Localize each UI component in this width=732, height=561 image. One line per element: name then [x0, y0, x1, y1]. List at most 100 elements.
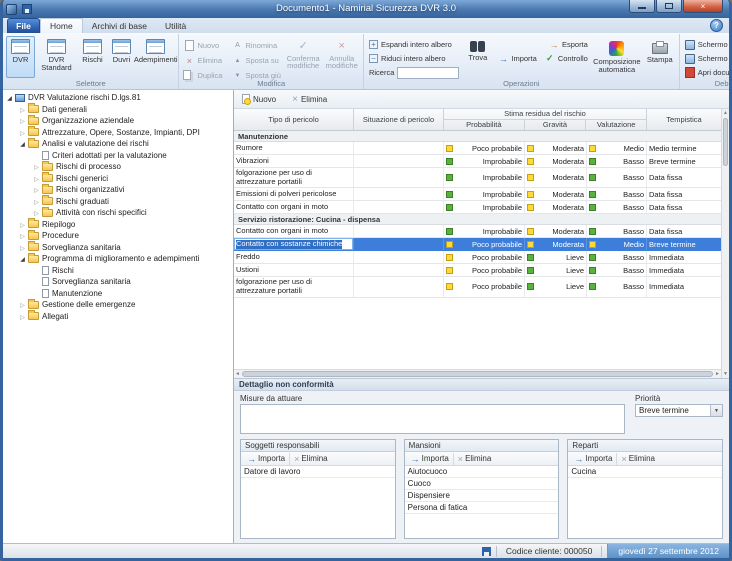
vertical-scroll-thumb[interactable] — [723, 118, 728, 166]
list-item[interactable]: Dispensiere — [405, 490, 559, 502]
delete-row-button[interactable]: Elimina — [292, 94, 327, 105]
cell-situazione[interactable] — [354, 264, 444, 276]
tree-expander-icon[interactable] — [18, 116, 27, 125]
cell-tipo-di-pericolo[interactable]: Freddo — [234, 251, 354, 263]
tree-item[interactable]: Attività con rischi specifici — [3, 207, 233, 219]
tree-item[interactable]: Rischi graduati — [3, 196, 233, 208]
cell-situazione[interactable] — [354, 188, 444, 200]
cell-tipo-di-pericolo[interactable]: Rumore — [234, 142, 354, 154]
minimize-button[interactable] — [629, 0, 655, 13]
tree-item[interactable]: Allegati — [3, 311, 233, 323]
column-header-probabilita[interactable]: Probabilità — [444, 120, 525, 130]
cell-probabilita[interactable]: Improbabile — [444, 168, 525, 187]
modifica-button[interactable]: Rinomina — [230, 39, 282, 52]
cell-situazione[interactable] — [354, 251, 444, 263]
tree-item[interactable]: Gestione delle emergenze — [3, 299, 233, 311]
tree-expander-icon[interactable] — [18, 312, 27, 321]
table-row[interactable]: Contatto con sostanze chimiche Poco prob… — [234, 238, 721, 251]
cell-valutazione[interactable]: Basso — [587, 264, 647, 276]
chevron-down-icon[interactable]: ▼ — [710, 405, 722, 416]
cell-gravita[interactable]: Moderata — [525, 168, 587, 187]
print-button[interactable]: Stampa — [644, 38, 676, 80]
cell-tipo-di-pericolo[interactable]: Ustioni — [234, 264, 354, 276]
cell-gravita[interactable]: Moderata — [525, 225, 587, 237]
cell-probabilita[interactable]: Poco probabile — [444, 142, 525, 154]
cell-valutazione[interactable]: Basso — [587, 277, 647, 296]
tree-item[interactable]: Sorveglianza sanitaria — [3, 242, 233, 254]
column-header-tipo[interactable]: Tipo di pericolo — [234, 109, 354, 130]
column-header-situazione[interactable]: Situazione di pericolo — [354, 109, 444, 130]
import-button[interactable]: Importa — [496, 52, 538, 65]
cell-valutazione[interactable]: Basso — [587, 251, 647, 263]
list-item[interactable]: Cucina — [568, 466, 722, 478]
help-button[interactable]: ? — [710, 19, 723, 32]
horizontal-scroll-thumb[interactable] — [242, 371, 713, 377]
tree-expander-icon[interactable] — [32, 197, 41, 206]
cell-tipo-di-pericolo[interactable]: Emissioni di polveri pericolose — [234, 188, 354, 200]
close-button[interactable]: × — [683, 0, 723, 13]
tree-expander-icon[interactable] — [18, 231, 27, 240]
measures-textarea[interactable] — [240, 404, 625, 434]
tree-item[interactable]: Manutenzione — [3, 288, 233, 300]
tree-expander-icon[interactable] — [18, 243, 27, 252]
scroll-down-icon[interactable]: ▼ — [723, 371, 728, 377]
table-row[interactable]: Contatto con organi in moto Improbabile … — [234, 201, 721, 214]
check-button[interactable]: Controllo — [543, 52, 590, 65]
table-row[interactable]: folgorazione per uso di attrezzature por… — [234, 168, 721, 188]
delete-button[interactable]: Elimina — [289, 453, 332, 465]
cell-valutazione[interactable]: Medio — [587, 238, 647, 250]
cell-tempistica[interactable]: Breve termine — [647, 155, 721, 167]
cell-gravita[interactable]: Moderata — [525, 201, 587, 213]
tree-item[interactable]: DVR Valutazione rischi D.lgs.81 — [3, 92, 233, 104]
cancel-changes-button[interactable]: × Annulla modifiche — [323, 38, 359, 80]
expand-tree-button[interactable]: Espandi intero albero — [367, 38, 459, 51]
tree-item[interactable]: Programma di miglioramento e adempimenti — [3, 253, 233, 265]
tree-item[interactable]: Sorveglianza sanitaria — [3, 276, 233, 288]
delete-button[interactable]: Elimina — [616, 453, 659, 465]
cell-gravita[interactable]: Lieve — [525, 277, 587, 296]
cell-valutazione[interactable]: Basso — [587, 201, 647, 213]
delete-button[interactable]: Elimina — [453, 453, 496, 465]
cell-probabilita[interactable]: Improbabile — [444, 201, 525, 213]
cell-situazione[interactable] — [354, 238, 444, 250]
tree-item[interactable]: Analisi e valutazione dei rischi — [3, 138, 233, 150]
cell-tempistica[interactable]: Data fissa — [647, 168, 721, 187]
cell-tempistica[interactable]: Medio termine — [647, 142, 721, 154]
file-tab[interactable]: File — [7, 18, 40, 33]
tree-expander-icon[interactable] — [18, 220, 27, 229]
tree-expander-icon[interactable] — [18, 105, 27, 114]
cell-valutazione[interactable]: Basso — [587, 225, 647, 237]
tree-expander-icon[interactable] — [18, 128, 27, 137]
debug-button[interactable]: Schermo 1024x768 — [683, 38, 732, 51]
tree-expander-icon[interactable] — [18, 139, 27, 148]
cell-probabilita[interactable]: Improbabile — [444, 225, 525, 237]
table-row[interactable]: Emissioni di polveri pericolose Improbab… — [234, 188, 721, 201]
find-button[interactable]: Trova — [463, 38, 492, 80]
tree-expander-icon[interactable] — [32, 208, 41, 217]
cell-probabilita[interactable]: Poco probabile — [444, 251, 525, 263]
selector-button[interactable]: DVR — [6, 36, 35, 78]
cell-gravita[interactable]: Moderata — [525, 142, 587, 154]
modifica-button[interactable]: Elimina — [182, 54, 224, 67]
tree-item[interactable]: Rischi organizzativi — [3, 184, 233, 196]
cell-tipo-di-pericolo[interactable]: folgorazione per uso di attrezzature por… — [234, 277, 354, 296]
debug-button[interactable]: Schermo 1280x1024 — [683, 52, 732, 65]
cell-situazione[interactable] — [354, 277, 444, 296]
tree-item[interactable]: Attrezzature, Opere, Sostanze, Impianti,… — [3, 127, 233, 139]
search-input[interactable] — [397, 67, 459, 79]
cell-probabilita[interactable]: Poco probabile — [444, 277, 525, 296]
modifica-button[interactable]: Sposta su — [230, 54, 282, 67]
tree-item[interactable]: Procedure — [3, 230, 233, 242]
cell-situazione[interactable] — [354, 225, 444, 237]
cell-tempistica[interactable]: Breve termine — [647, 238, 721, 250]
cell-gravita[interactable]: Moderata — [525, 188, 587, 200]
table-row[interactable]: Vibrazioni Improbabile Moderata — [234, 155, 721, 168]
quick-save-icon[interactable] — [22, 4, 32, 14]
tree-expander-icon[interactable] — [32, 162, 41, 171]
selector-button[interactable]: DVR Standard — [35, 36, 78, 78]
cell-probabilita[interactable]: Poco probabile — [444, 264, 525, 276]
titlebar[interactable]: Documento1 - Namirial Sicurezza DVR 3.0 … — [3, 0, 729, 18]
detail-panel-header[interactable]: Dettaglio non conformità — [234, 378, 729, 391]
cell-tempistica[interactable]: Data fissa — [647, 225, 721, 237]
group-row-manutenzione[interactable]: Manutenzione — [234, 131, 721, 142]
